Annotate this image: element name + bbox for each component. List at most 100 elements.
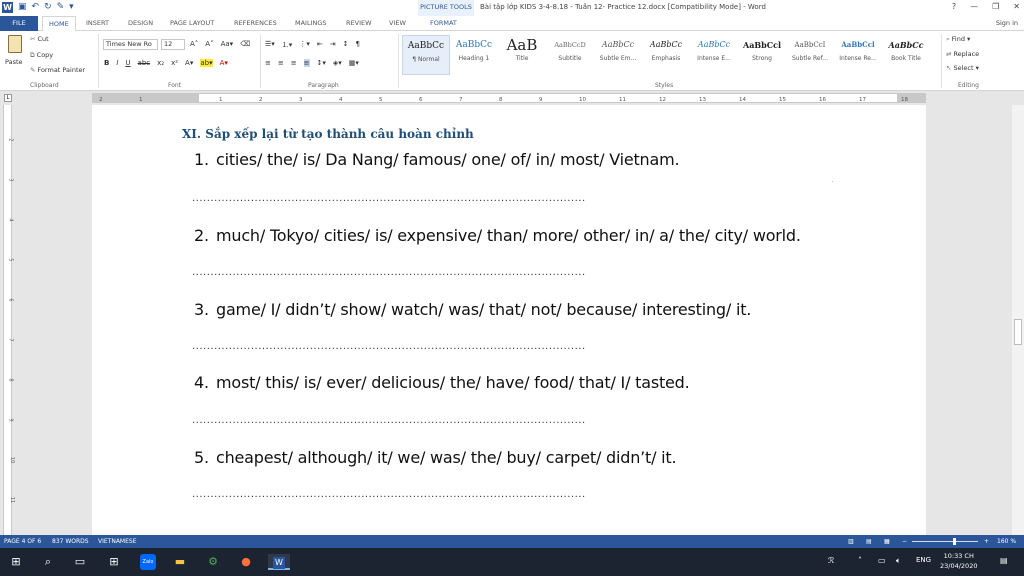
numbering-icon[interactable]: ⒈▾ xyxy=(282,40,293,50)
restore-button[interactable]: ❐ xyxy=(992,2,999,11)
italic-icon[interactable]: I xyxy=(116,59,118,67)
increase-indent-icon[interactable]: ⇥ xyxy=(330,40,336,50)
multilevel-list-icon[interactable]: ⋮▾ xyxy=(299,40,310,50)
tab-selector[interactable]: L xyxy=(4,94,12,102)
tab-review[interactable]: REVIEW xyxy=(346,17,372,30)
print-layout-icon[interactable]: ▤ xyxy=(866,538,872,545)
web-layout-icon[interactable]: ▦ xyxy=(884,538,890,545)
customize-qat-icon[interactable]: ▾ xyxy=(69,2,74,13)
tab-insert[interactable]: INSERT xyxy=(86,17,109,30)
font-name-select[interactable]: Times New Ro xyxy=(103,39,158,50)
zalo-icon[interactable]: Zalo xyxy=(140,554,156,570)
input-language[interactable]: ENG xyxy=(916,556,931,564)
align-center-icon[interactable]: ≡ xyxy=(278,59,284,67)
decrease-indent-icon[interactable]: ⇤ xyxy=(317,40,323,50)
page-count[interactable]: PAGE 4 OF 6 xyxy=(4,538,41,545)
format-painter-button[interactable]: ✎ Format Painter xyxy=(30,66,85,74)
redo-icon[interactable]: ↻ xyxy=(44,2,52,13)
highlight-icon[interactable]: ab▾ xyxy=(200,59,213,67)
tab-design[interactable]: DESIGN xyxy=(128,17,153,30)
word-count[interactable]: 837 WORDS xyxy=(52,538,89,545)
help-button[interactable]: ? xyxy=(952,2,956,11)
style-title[interactable]: AaB Title xyxy=(498,35,546,75)
close-button[interactable]: ✕ xyxy=(1013,2,1020,11)
horizontal-ruler[interactable]: L 2 1 1 2 3 4 5 6 7 8 9 10 11 12 13 14 1… xyxy=(0,91,1024,105)
volume-icon[interactable]: 🔈︎ xyxy=(896,556,901,566)
bullets-icon[interactable]: ☰▾ xyxy=(265,40,275,50)
file-explorer-icon[interactable]: ▬ xyxy=(172,554,188,570)
zoom-slider[interactable] xyxy=(912,538,978,545)
document-page[interactable]: XI. Sắp xếp lại từ tạo thành câu hoàn ch… xyxy=(92,105,926,535)
underline-icon[interactable]: U xyxy=(125,59,130,67)
tab-page-layout[interactable]: PAGE LAYOUT xyxy=(170,17,214,30)
system-clock[interactable]: 10:33 CH 23/04/2020 xyxy=(940,551,977,571)
task-view-icon[interactable]: ▭ xyxy=(72,554,88,570)
align-left-icon[interactable]: ≡ xyxy=(265,59,271,67)
align-right-icon[interactable]: ≡ xyxy=(291,59,297,67)
find-button[interactable]: ⌕ Find ▾ xyxy=(946,35,979,44)
firefox-icon[interactable]: ● xyxy=(238,554,254,570)
notifications-icon[interactable]: ▤ xyxy=(1000,556,1008,565)
tab-file[interactable]: FILE xyxy=(0,16,38,31)
style-subtle-reference[interactable]: AaBbCcI Subtle Ref... xyxy=(786,35,834,75)
style-heading-1[interactable]: AaBbCc Heading 1 xyxy=(450,35,498,75)
scrollbar-thumb[interactable] xyxy=(1014,319,1022,345)
search-icon[interactable]: ⌕ xyxy=(40,554,56,570)
font-color-icon[interactable]: A▾ xyxy=(220,59,228,67)
vertical-ruler[interactable]: 2 3 4 5 6 7 8 9 10 11 xyxy=(0,105,15,535)
tab-format[interactable]: FORMAT xyxy=(430,17,457,30)
vertical-scrollbar[interactable] xyxy=(1012,105,1024,535)
settings-icon[interactable]: ⚙ xyxy=(205,554,221,570)
zoom-out-icon[interactable]: − xyxy=(902,538,907,545)
touch-mode-icon[interactable]: ✎ xyxy=(57,2,65,13)
justify-icon[interactable]: ≡ xyxy=(303,59,310,67)
copy-button[interactable]: ⧉ Copy xyxy=(30,51,53,60)
change-case-icon[interactable]: Aa▾ xyxy=(221,40,234,48)
style-book-title[interactable]: AaBbCc Book Title xyxy=(882,35,930,75)
bold-icon[interactable]: B xyxy=(104,59,109,67)
undo-icon[interactable]: ↶ xyxy=(32,2,40,13)
subscript-icon[interactable]: x₂ xyxy=(157,59,164,67)
word-taskbar-icon[interactable]: W xyxy=(268,554,290,570)
style-intense-reference[interactable]: AaBbCcl Intense Re... xyxy=(834,35,882,75)
style-intense-emphasis[interactable]: AaBbCc Intense E... xyxy=(690,35,738,75)
proofing-language[interactable]: VIETNAMESE xyxy=(98,538,137,545)
text-effects-icon[interactable]: A▾ xyxy=(185,59,193,67)
zoom-level[interactable]: 160 % xyxy=(997,538,1016,545)
clear-formatting-icon[interactable]: ⌫ xyxy=(240,40,250,48)
superscript-icon[interactable]: x² xyxy=(171,59,178,67)
windows-start-icon[interactable]: ⊞ xyxy=(8,554,24,570)
shading-icon[interactable]: ◈▾ xyxy=(333,59,342,67)
zoom-in-icon[interactable]: + xyxy=(984,538,989,545)
sort-icon[interactable]: ↕ xyxy=(343,40,349,50)
style-subtitle[interactable]: AaBbCcD Subtitle xyxy=(546,35,594,75)
save-icon[interactable]: ▣ xyxy=(18,2,27,13)
minimize-button[interactable]: — xyxy=(970,2,978,11)
style-emphasis[interactable]: AaBbCc Emphasis xyxy=(642,35,690,75)
show-formatting-icon[interactable]: ¶ xyxy=(355,40,359,50)
cut-button[interactable]: ✂ Cut xyxy=(30,35,49,43)
zoom-slider-handle[interactable] xyxy=(952,538,956,545)
shrink-font-icon[interactable]: A˅ xyxy=(205,40,213,48)
store-icon[interactable]: ⊞ xyxy=(106,554,122,570)
sign-in-link[interactable]: Sign in xyxy=(996,19,1018,27)
tab-mailings[interactable]: MAILINGS xyxy=(295,17,327,30)
tab-home[interactable]: HOME xyxy=(42,16,76,32)
people-icon[interactable]: ℛ xyxy=(828,556,834,565)
paste-button[interactable]: Paste xyxy=(5,58,23,66)
strikethrough-icon[interactable]: abc xyxy=(138,59,151,67)
font-size-select[interactable]: 12 xyxy=(161,39,185,50)
tray-chevron-icon[interactable]: ˄ xyxy=(858,556,862,565)
style-subtle-emphasis[interactable]: AaBbCc Subtle Em... xyxy=(594,35,642,75)
tab-references[interactable]: REFERENCES xyxy=(234,17,277,30)
grow-font-icon[interactable]: A˄ xyxy=(190,40,198,48)
line-spacing-icon[interactable]: ↕▾ xyxy=(317,59,326,67)
replace-button[interactable]: ⇄ Replace xyxy=(946,50,979,58)
paste-icon[interactable] xyxy=(8,35,22,53)
battery-icon[interactable]: ▭ xyxy=(878,556,886,565)
read-mode-icon[interactable]: ▥ xyxy=(848,538,854,545)
style-normal[interactable]: AaBbCc ¶ Normal xyxy=(402,35,450,75)
style-strong[interactable]: AaBbCcl Strong xyxy=(738,35,786,75)
borders-icon[interactable]: ▦▾ xyxy=(349,59,359,67)
tab-view[interactable]: VIEW xyxy=(389,17,406,30)
